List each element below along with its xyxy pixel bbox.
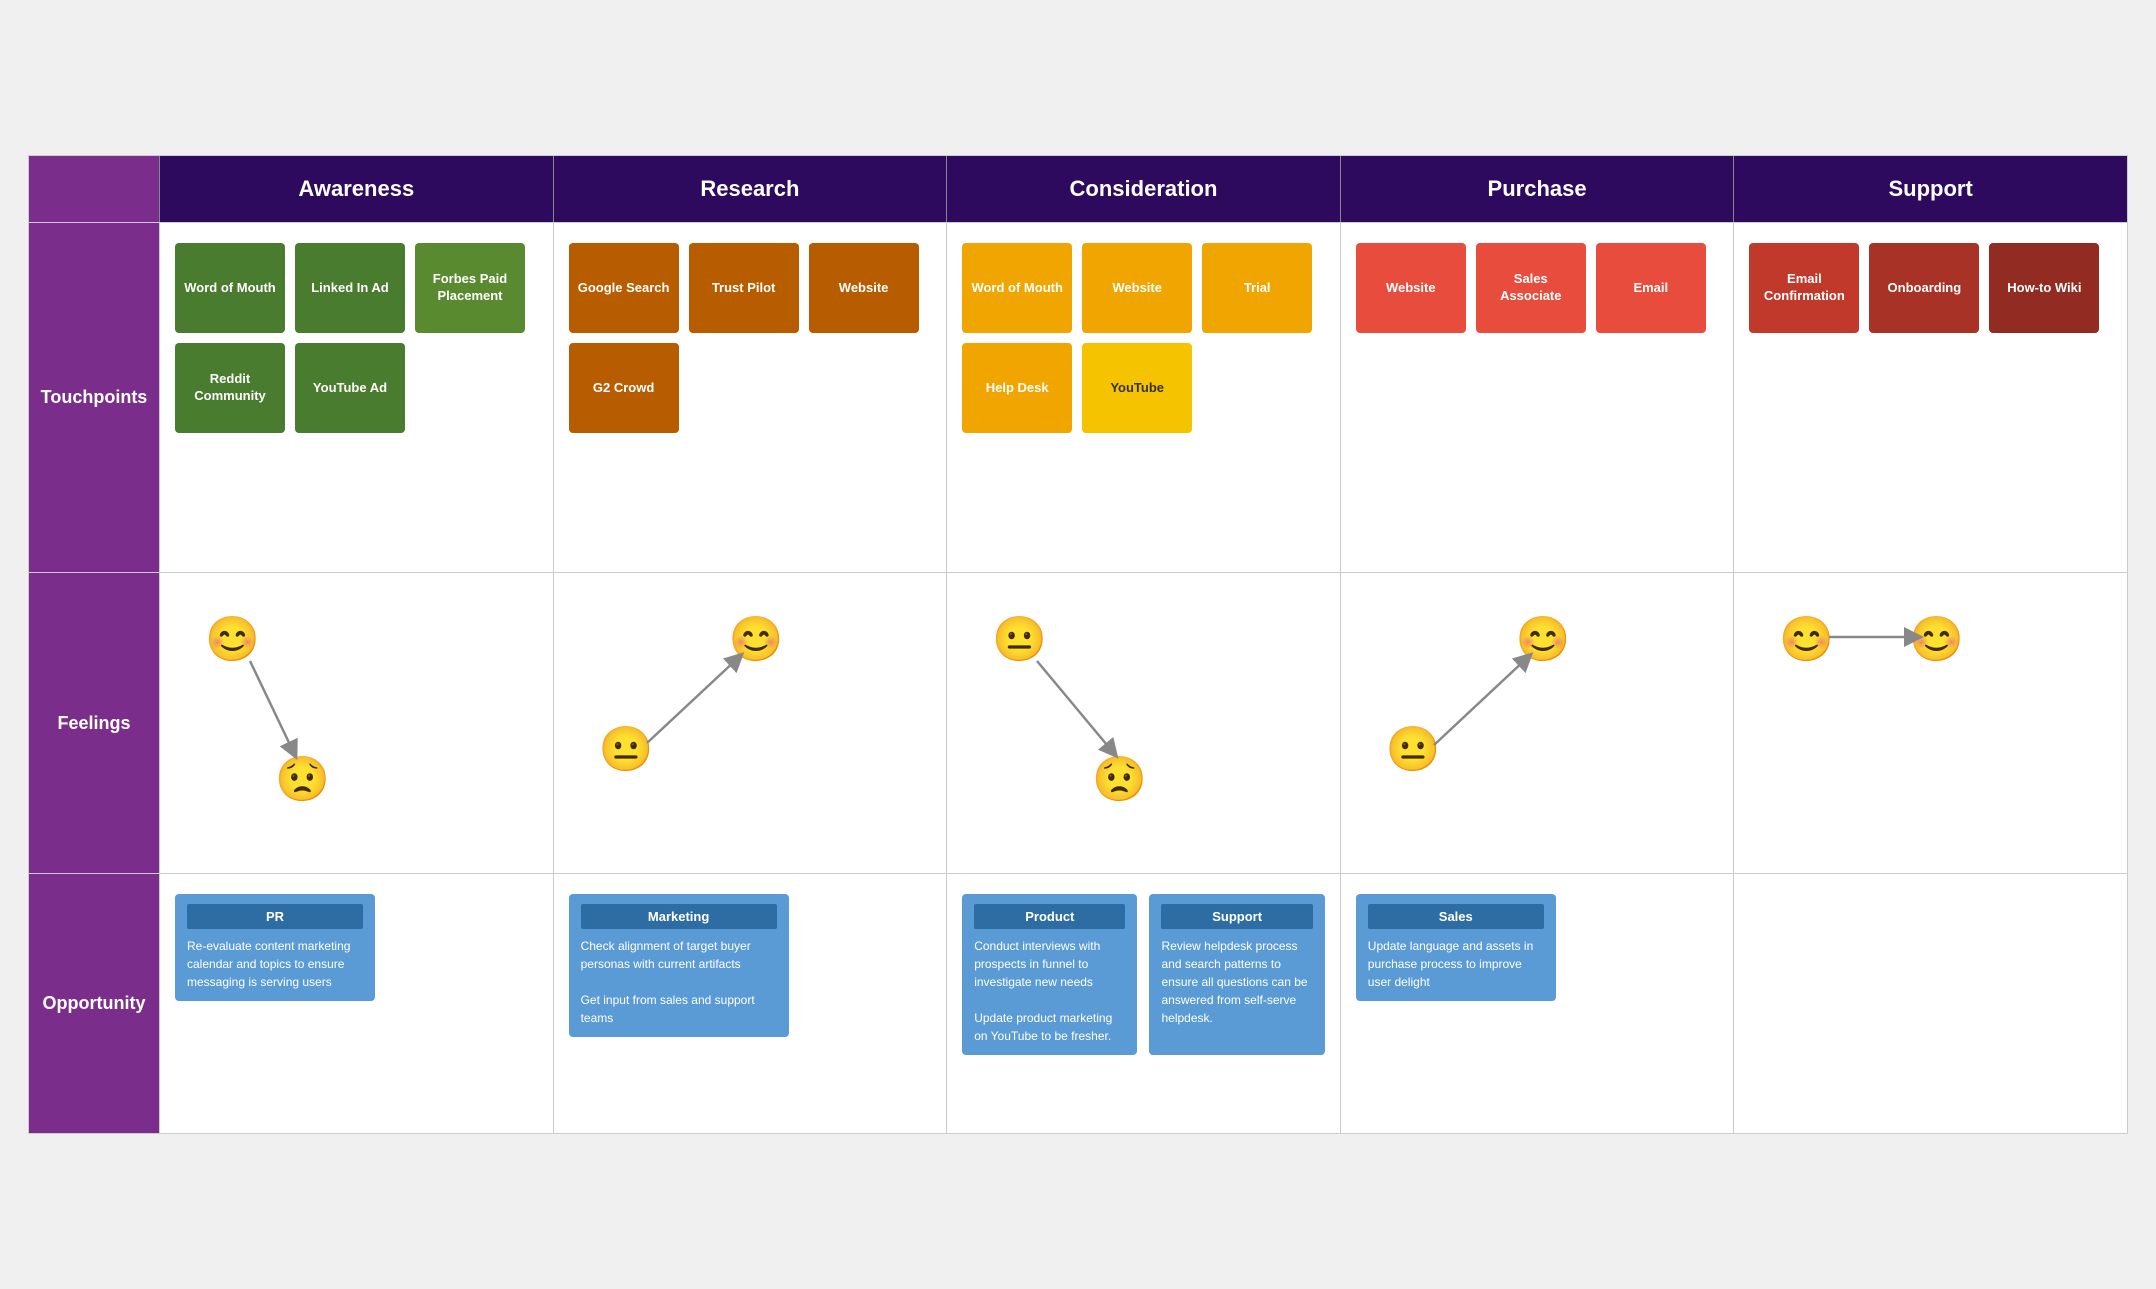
opp-card-support[interactable]: Support Review helpdesk process and sear… — [1149, 894, 1324, 1055]
tp-g2-crowd[interactable]: G2 Crowd — [569, 343, 679, 433]
opportunity-consideration-cell: Product Conduct interviews with prospect… — [946, 874, 1340, 1133]
touchpoints-research-cell: Google Search Trust Pilot Website G2 Cro… — [553, 223, 947, 572]
tp-website-consideration[interactable]: Website — [1082, 243, 1192, 333]
research-cards: Google Search Trust Pilot Website G2 Cro… — [569, 243, 932, 433]
col-header-support: Support — [1733, 156, 2127, 222]
header-label-space — [29, 156, 159, 222]
awareness-cards: Word of Mouth Linked In Ad Forbes Paid P… — [175, 243, 538, 433]
tp-how-to-wiki[interactable]: How-to Wiki — [1989, 243, 2099, 333]
tp-reddit-community[interactable]: Reddit Community — [175, 343, 285, 433]
opp-text-support: Review helpdesk process and search patte… — [1161, 937, 1312, 1027]
opp-card-marketing[interactable]: Marketing Check alignment of target buye… — [569, 894, 789, 1037]
tp-trial[interactable]: Trial — [1202, 243, 1312, 333]
arrow-consideration — [962, 593, 1325, 853]
feelings-label: Feelings — [29, 573, 159, 873]
tp-website-research[interactable]: Website — [809, 243, 919, 333]
arrow-purchase — [1356, 593, 1719, 853]
opp-card-sales[interactable]: Sales Update language and assets in purc… — [1356, 894, 1556, 1001]
feelings-awareness-cell: 😊 😟 — [159, 573, 553, 873]
arrow-awareness — [175, 593, 538, 853]
purchase-cards: Website Sales Associate Email — [1356, 243, 1719, 333]
opportunity-label: Opportunity — [29, 874, 159, 1133]
tp-sales-associate[interactable]: Sales Associate — [1476, 243, 1586, 333]
tp-google-search[interactable]: Google Search — [569, 243, 679, 333]
opp-title-sales: Sales — [1368, 904, 1544, 929]
touchpoints-label: Touchpoints — [29, 223, 159, 572]
customer-journey-map: Awareness Research Consideration Purchas… — [28, 155, 2128, 1134]
opp-text-product: Conduct interviews with prospects in fun… — [974, 937, 1125, 1045]
opportunity-support-cell — [1733, 874, 2127, 1133]
feelings-support-cell: 😊 😊 — [1733, 573, 2127, 873]
touchpoints-awareness-cell: Word of Mouth Linked In Ad Forbes Paid P… — [159, 223, 553, 572]
tp-email-purchase[interactable]: Email — [1596, 243, 1706, 333]
tp-forbes-paid[interactable]: Forbes Paid Placement — [415, 243, 525, 333]
tp-trust-pilot[interactable]: Trust Pilot — [689, 243, 799, 333]
opp-title-product: Product — [974, 904, 1125, 929]
col-header-awareness: Awareness — [159, 156, 553, 222]
arrow-research — [569, 593, 932, 853]
opportunity-awareness-cell: PR Re-evaluate content marketing calenda… — [159, 874, 553, 1133]
feelings-research-cell: 😐 😊 — [553, 573, 947, 873]
col-header-purchase: Purchase — [1340, 156, 1734, 222]
tp-linkedin-ad[interactable]: Linked In Ad — [295, 243, 405, 333]
touchpoints-row: Touchpoints Word of Mouth Linked In Ad F… — [29, 222, 2127, 572]
tp-help-desk[interactable]: Help Desk — [962, 343, 1072, 433]
opp-text-sales: Update language and assets in purchase p… — [1368, 937, 1544, 991]
opportunity-purchase-cell: Sales Update language and assets in purc… — [1340, 874, 1734, 1133]
opp-text-pr: Re-evaluate content marketing calendar a… — [187, 937, 363, 991]
opp-card-pr[interactable]: PR Re-evaluate content marketing calenda… — [175, 894, 375, 1001]
arrow-support — [1749, 593, 2112, 853]
tp-email-confirmation[interactable]: Email Confirmation — [1749, 243, 1859, 333]
touchpoints-support-cell: Email Confirmation Onboarding How-to Wik… — [1733, 223, 2127, 572]
consideration-cards: Word of Mouth Website Trial Help Desk Yo… — [962, 243, 1325, 433]
tp-youtube-consideration[interactable]: YouTube — [1082, 343, 1192, 433]
col-header-consideration: Consideration — [946, 156, 1340, 222]
header-row: Awareness Research Consideration Purchas… — [29, 156, 2127, 222]
feelings-row: Feelings 😊 😟 😐 😊 — [29, 572, 2127, 873]
opp-text-marketing: Check alignment of target buyer personas… — [581, 937, 777, 1027]
tp-word-of-mouth-consideration[interactable]: Word of Mouth — [962, 243, 1072, 333]
opp-card-product[interactable]: Product Conduct interviews with prospect… — [962, 894, 1137, 1055]
tp-website-purchase[interactable]: Website — [1356, 243, 1466, 333]
touchpoints-consideration-cell: Word of Mouth Website Trial Help Desk Yo… — [946, 223, 1340, 572]
tp-onboarding[interactable]: Onboarding — [1869, 243, 1979, 333]
support-cards: Email Confirmation Onboarding How-to Wik… — [1749, 243, 2112, 333]
tp-word-of-mouth-awareness[interactable]: Word of Mouth — [175, 243, 285, 333]
touchpoints-purchase-cell: Website Sales Associate Email — [1340, 223, 1734, 572]
opp-title-support: Support — [1161, 904, 1312, 929]
feelings-purchase-cell: 😐 😊 — [1340, 573, 1734, 873]
opp-title-pr: PR — [187, 904, 363, 929]
opportunity-row: Opportunity PR Re-evaluate content marke… — [29, 873, 2127, 1133]
tp-youtube-ad[interactable]: YouTube Ad — [295, 343, 405, 433]
col-header-research: Research — [553, 156, 947, 222]
opportunity-research-cell: Marketing Check alignment of target buye… — [553, 874, 947, 1133]
feelings-consideration-cell: 😐 😟 — [946, 573, 1340, 873]
opp-title-marketing: Marketing — [581, 904, 777, 929]
